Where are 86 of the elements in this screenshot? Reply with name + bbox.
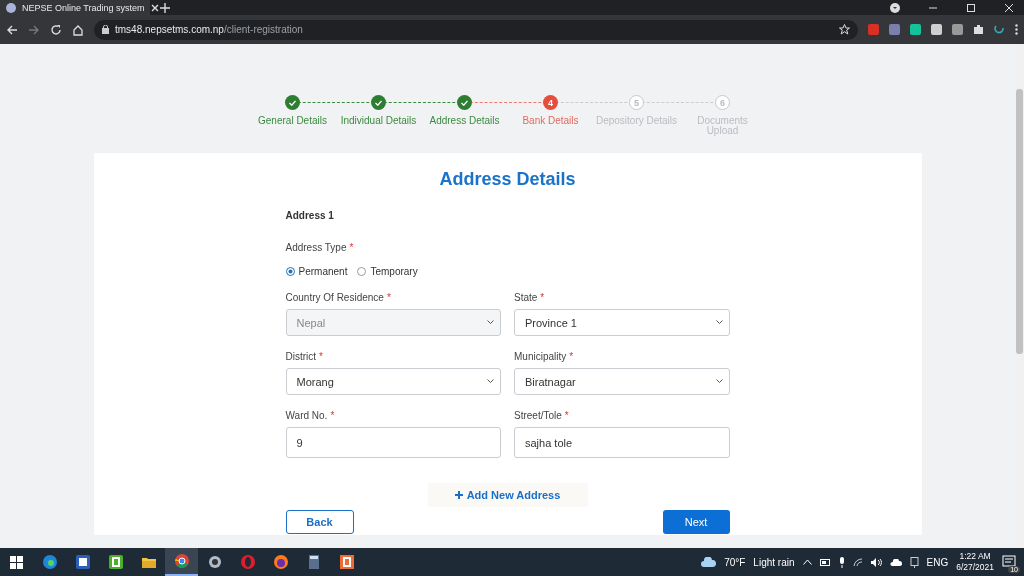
url-text: tms48.nepsetms.com.np/client-registration (115, 24, 303, 35)
extension-icon[interactable] (952, 24, 963, 35)
required-mark: * (569, 351, 574, 362)
language-indicator[interactable]: ENG (926, 556, 949, 568)
plus-icon (454, 491, 463, 499)
next-button[interactable]: Next (662, 510, 730, 534)
menu-icon[interactable] (1015, 24, 1018, 35)
weather-condition[interactable]: Light rain (753, 556, 795, 568)
radio-option[interactable]: Temporary (357, 266, 418, 277)
microphone-icon[interactable] (838, 556, 845, 568)
app-icon (206, 554, 223, 570)
radio-option[interactable]: Permanent (285, 266, 348, 277)
input-field[interactable]: sajha tole (514, 427, 730, 458)
home-icon[interactable] (72, 23, 84, 36)
chevron-up-icon[interactable] (802, 559, 812, 565)
app-icon (239, 554, 256, 570)
field-label: Municipality (514, 351, 567, 362)
field-label: Street/Tole (514, 410, 562, 421)
step-label: Address Details (428, 116, 501, 126)
check-icon (289, 99, 296, 106)
chevron-down-icon (487, 320, 494, 325)
step-label: Bank Details (521, 116, 580, 126)
select-field[interactable]: Morang (285, 368, 501, 395)
required-mark: * (386, 292, 391, 303)
reload-icon[interactable] (50, 23, 62, 36)
app-icon (74, 554, 91, 570)
required-mark: * (564, 410, 569, 421)
step-label: General Details (257, 116, 328, 126)
tab-title: NEPSE Online Trading system (22, 2, 145, 13)
step-marker: 6 (715, 95, 730, 110)
close-icon[interactable] (150, 3, 159, 12)
check-icon (461, 99, 468, 106)
required-mark: * (349, 242, 354, 253)
globe-icon (6, 2, 16, 13)
battery-icon[interactable] (819, 558, 831, 566)
app-icon (272, 554, 289, 570)
page-title: Address Details (439, 169, 576, 190)
extension-icon[interactable] (994, 24, 1005, 35)
add-address-button[interactable]: Add New Address (427, 483, 588, 507)
cloud-icon[interactable] (889, 558, 902, 566)
radio-button[interactable] (357, 267, 367, 276)
maximize-icon[interactable] (966, 2, 976, 13)
profile-icon[interactable] (890, 2, 900, 13)
back-icon[interactable] (6, 23, 18, 36)
radio-button[interactable] (285, 267, 295, 276)
input-field[interactable]: 9 (285, 427, 501, 458)
back-button[interactable]: Back (285, 510, 354, 534)
field-label: District (285, 351, 317, 362)
puzzle-icon[interactable] (973, 24, 984, 35)
select-field[interactable]: Province 1 (514, 309, 730, 336)
section-title: Address 1 (285, 210, 335, 221)
close-icon[interactable] (1004, 2, 1014, 13)
cloud-icon (701, 557, 717, 567)
field-label: Address Type (285, 242, 347, 253)
clock[interactable]: 1:22 AM 6/27/2021 (956, 551, 994, 573)
app-icon (173, 553, 190, 569)
extension-icon[interactable] (931, 24, 942, 35)
star-icon[interactable] (839, 24, 850, 35)
required-mark: * (330, 410, 335, 421)
required-mark: * (540, 292, 545, 303)
wifi-icon[interactable] (852, 557, 863, 567)
weather-temperature: 70°F (724, 556, 746, 568)
notification-icon[interactable] (1002, 555, 1016, 569)
address-bar[interactable]: tms48.nepsetms.com.np/client-registration (94, 19, 858, 40)
forward-icon[interactable] (28, 23, 40, 36)
app-icon (338, 554, 355, 570)
step-marker: 4 (543, 95, 558, 110)
chevron-down-icon (715, 320, 723, 325)
select-field[interactable]: Biratnagar (514, 368, 730, 395)
lock-icon (102, 25, 109, 34)
windows-icon[interactable] (10, 555, 23, 569)
app-icon (107, 554, 124, 570)
new-tab-icon[interactable] (160, 2, 170, 13)
app-icon (41, 554, 58, 570)
device-icon[interactable] (909, 556, 919, 568)
required-mark: * (319, 351, 323, 362)
field-label: State (514, 292, 538, 303)
chevron-down-icon (487, 379, 494, 384)
chevron-down-icon (715, 379, 723, 384)
extension-icon[interactable] (910, 24, 921, 35)
speaker-icon[interactable] (870, 557, 882, 567)
check-icon (375, 99, 382, 106)
field-label: Ward No. (285, 410, 328, 421)
field-label: Country Of Residence (285, 292, 384, 303)
step-label: Individual Details (339, 116, 418, 126)
step-marker: 5 (629, 95, 644, 110)
